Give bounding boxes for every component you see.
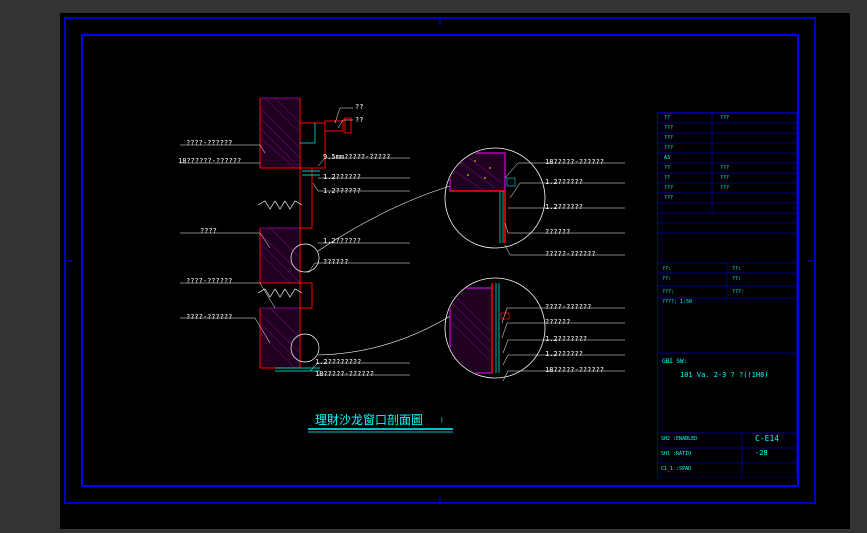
tb-p3: ??:	[662, 276, 671, 282]
note-r3: 1.2??????	[323, 187, 361, 195]
note-r6: 1.2????????	[315, 358, 361, 366]
tb-f3l: C1_1 :SPAD	[661, 466, 691, 472]
tb-hdr1: ??	[664, 115, 670, 121]
note-r7: 18?????-??????	[315, 370, 374, 378]
da-n4: ??????	[545, 228, 570, 236]
tb-r7a: ???	[664, 185, 673, 191]
note-r4: 1.2??????	[323, 237, 361, 245]
drawing-title: 理財沙龙窗口剖面圖	[315, 411, 423, 428]
da-n1: 18?????-??????	[545, 158, 604, 166]
tb-r5b: ???	[720, 165, 729, 171]
note-r1: 9.5mm?????-?????	[323, 153, 390, 161]
title-underline	[308, 427, 488, 435]
db-n3: 1.2???????	[545, 335, 587, 343]
tb-r5a: ??	[664, 165, 670, 171]
db-n5: 18?????-??????	[545, 366, 604, 374]
db-n1: ????-??????	[545, 303, 591, 311]
tb-p2: ??:	[732, 266, 741, 272]
tb-r6a: ??	[664, 175, 670, 181]
note-l5: ????-??????	[186, 313, 232, 321]
note-l1: ????-??????	[186, 139, 232, 147]
tb-hdr2: ???	[720, 115, 729, 121]
note-l3: ????	[200, 227, 217, 235]
da-n5: ?????-??????	[545, 250, 596, 258]
drawing-title-suffix: )	[440, 417, 444, 424]
tb-sw-note: 101 Va. 2-3 ? ?(!1H8)	[680, 371, 769, 379]
tb-r6b: ???	[720, 175, 729, 181]
tb-num: ???:	[662, 289, 674, 295]
cad-canvas: ?? ??? ??? ??? ??? A3 ?? ??? ?? ??? ??? …	[60, 13, 850, 529]
tb-f1l: SH2 :ENABLED	[661, 436, 697, 442]
note-l4: ????-??????	[186, 277, 232, 285]
tb-date: ???:	[732, 289, 744, 295]
tb-r3: ???	[664, 145, 673, 151]
note-t2: ??	[355, 116, 363, 124]
tb-p1: ??:	[662, 266, 671, 272]
note-l2: 18??????-??????	[178, 157, 241, 165]
tb-r8: ???	[664, 195, 673, 201]
tb-f2v: -28	[755, 449, 768, 457]
tb-f2l: SH1 :RATIO	[661, 451, 691, 457]
title-block	[657, 38, 807, 478]
tb-r2: ???	[664, 135, 673, 141]
tb-f1v: C-E14	[755, 434, 779, 443]
note-r2: 1.2??????	[323, 173, 361, 181]
da-n2: 1.2??????	[545, 178, 583, 186]
da-n3: 1.2??????	[545, 203, 583, 211]
db-n4: 1.2??????	[545, 350, 583, 358]
tb-p4: ??:	[732, 276, 741, 282]
tb-scale-v: 1:50	[680, 299, 692, 305]
tb-scale: ????:	[662, 299, 677, 305]
note-r5: ??????	[323, 258, 348, 266]
tb-r1: ???	[664, 125, 673, 131]
tb-sw-hdr: GBI SW:	[662, 358, 687, 365]
note-t1: ??	[355, 103, 363, 111]
tb-r4: A3	[664, 155, 670, 161]
db-n2: ??????	[545, 318, 570, 326]
tb-r7b: ???	[720, 185, 729, 191]
